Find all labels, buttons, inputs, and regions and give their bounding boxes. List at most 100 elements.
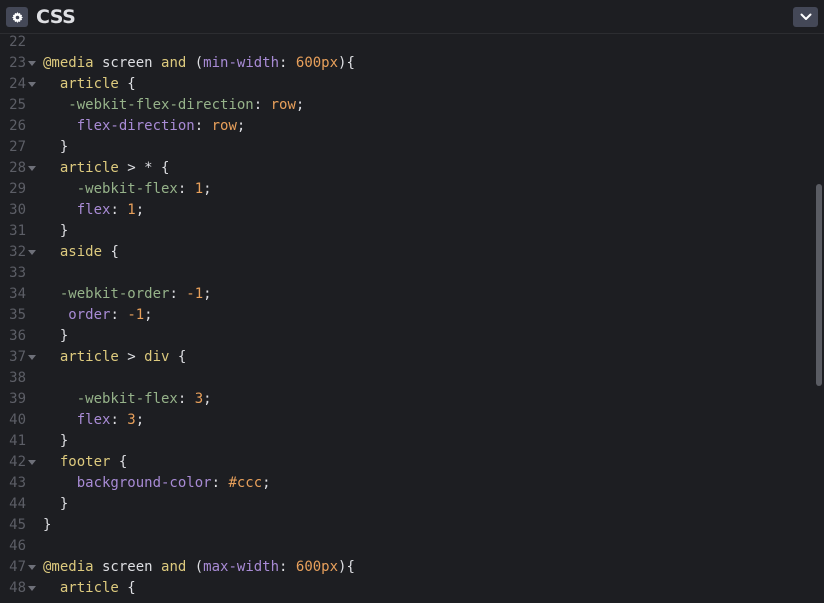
plain-token: ; — [203, 286, 212, 302]
line-number: 30 — [9, 202, 26, 218]
line-number: 39 — [9, 391, 26, 407]
collapse-button[interactable] — [793, 7, 818, 27]
code-line[interactable]: 23 @media screen and (min-width: 600px){ — [0, 53, 824, 74]
editor-header: CSS — [0, 0, 824, 34]
fold-arrow-icon[interactable] — [28, 586, 36, 591]
plain-token: : — [110, 202, 128, 218]
selector-token: aside — [59, 244, 103, 260]
code-text: flex-direction: row; — [43, 116, 246, 137]
editor-title: CSS — [36, 6, 76, 28]
line-number: 25 — [9, 97, 26, 113]
number-token: 1 — [194, 181, 204, 197]
line-number: 47 — [9, 559, 26, 575]
code-editor[interactable]: 22 23 @media screen and (min-width: 600px)… — [0, 32, 824, 603]
fold-arrow-icon[interactable] — [28, 355, 36, 360]
fold-arrow-icon[interactable] — [28, 82, 36, 87]
line-number: 29 — [9, 181, 26, 197]
vertical-scrollbar-thumb[interactable] — [816, 184, 822, 386]
code-text: article { — [43, 578, 136, 599]
code-line[interactable]: 34 -webkit-order: -1; — [0, 284, 824, 305]
plain-token: : — [177, 181, 195, 197]
plain-token: ; — [236, 118, 246, 134]
fold-arrow-icon[interactable] — [28, 250, 36, 255]
number-token: -1 — [127, 307, 145, 323]
code-line[interactable]: 41 } — [0, 431, 824, 452]
plain-token: { — [118, 76, 136, 92]
vendor-property-token: -webkit-flex-direction — [68, 97, 254, 113]
code-text: } — [43, 494, 68, 515]
code-line[interactable]: 47 @media screen and (max-width: 600px){ — [0, 557, 824, 578]
code-line[interactable]: 37 article > div { — [0, 347, 824, 368]
code-text: flex: 1; — [43, 200, 144, 221]
plain-token: ( — [186, 559, 204, 575]
css-editor-panel: CSS 22 23 @media screen and (min-width: 60… — [0, 0, 824, 603]
code-line[interactable]: 26 flex-direction: row; — [0, 116, 824, 137]
line-number: 24 — [9, 76, 26, 92]
property-token: flex — [76, 412, 111, 428]
line-number: 45 — [9, 517, 26, 533]
code-line[interactable]: 36 } — [0, 326, 824, 347]
code-line[interactable]: 30 flex: 1; — [0, 200, 824, 221]
fold-arrow-icon[interactable] — [28, 565, 36, 570]
code-text: } — [43, 326, 68, 347]
code-line[interactable]: 38 — [0, 368, 824, 389]
code-line[interactable]: 24 article { — [0, 74, 824, 95]
line-number: 42 — [9, 454, 26, 470]
line-number: 38 — [9, 370, 26, 386]
code-line[interactable]: 45} — [0, 515, 824, 536]
number-token: 600px — [295, 559, 339, 575]
code-line[interactable]: 43 background-color: #ccc; — [0, 473, 824, 494]
line-number: 23 — [9, 55, 26, 71]
fold-arrow-icon[interactable] — [28, 61, 36, 66]
fold-arrow-icon[interactable] — [28, 166, 36, 171]
code-text: } — [43, 137, 68, 158]
code-line[interactable]: 32 aside { — [0, 242, 824, 263]
code-line[interactable]: 28 article > * { — [0, 158, 824, 179]
selector-token: div — [144, 349, 170, 365]
code-text: @media screen and (max-width: 600px){ — [43, 557, 355, 578]
plain-token: ; — [262, 475, 271, 491]
code-line[interactable]: 27 } — [0, 137, 824, 158]
line-number: 22 — [9, 34, 26, 50]
selector-token: article — [59, 160, 119, 176]
settings-button[interactable] — [6, 7, 28, 27]
code-line[interactable]: 22 — [0, 32, 824, 53]
code-line[interactable]: 44 } — [0, 494, 824, 515]
plain-token: : — [194, 118, 212, 134]
code-text: aside { — [43, 242, 119, 263]
value-token: row — [211, 118, 237, 134]
plain-token: ( — [186, 55, 204, 71]
line-number: 33 — [9, 265, 26, 281]
plain-token: ){ — [338, 559, 355, 575]
keyword-token: and — [161, 55, 187, 71]
code-line[interactable]: 42 footer { — [0, 452, 824, 473]
line-number: 31 — [9, 223, 26, 239]
code-line[interactable]: 25 -webkit-flex-direction: row; — [0, 95, 824, 116]
code-text: article > div { — [43, 347, 186, 368]
plain-token: { — [102, 244, 119, 260]
code-line[interactable]: 48 article { — [0, 578, 824, 599]
code-line[interactable]: 46 — [0, 536, 824, 557]
code-line[interactable]: 31 } — [0, 221, 824, 242]
line-number: 44 — [9, 496, 26, 512]
plain-token: : — [279, 559, 296, 575]
code-line[interactable]: 39 -webkit-flex: 3; — [0, 389, 824, 410]
line-number: 37 — [9, 349, 26, 365]
plain-token: ; — [135, 412, 145, 428]
selector-token: article — [59, 76, 119, 92]
plain-token: screen — [93, 559, 162, 575]
code-line[interactable]: 29 -webkit-flex: 1; — [0, 179, 824, 200]
vendor-property-token: -webkit-flex — [76, 391, 178, 407]
line-number: 41 — [9, 433, 26, 449]
code-line[interactable]: 35 order: -1; — [0, 305, 824, 326]
code-line[interactable]: 40 flex: 3; — [0, 410, 824, 431]
code-line[interactable]: 33 — [0, 263, 824, 284]
fold-arrow-icon[interactable] — [28, 460, 36, 465]
